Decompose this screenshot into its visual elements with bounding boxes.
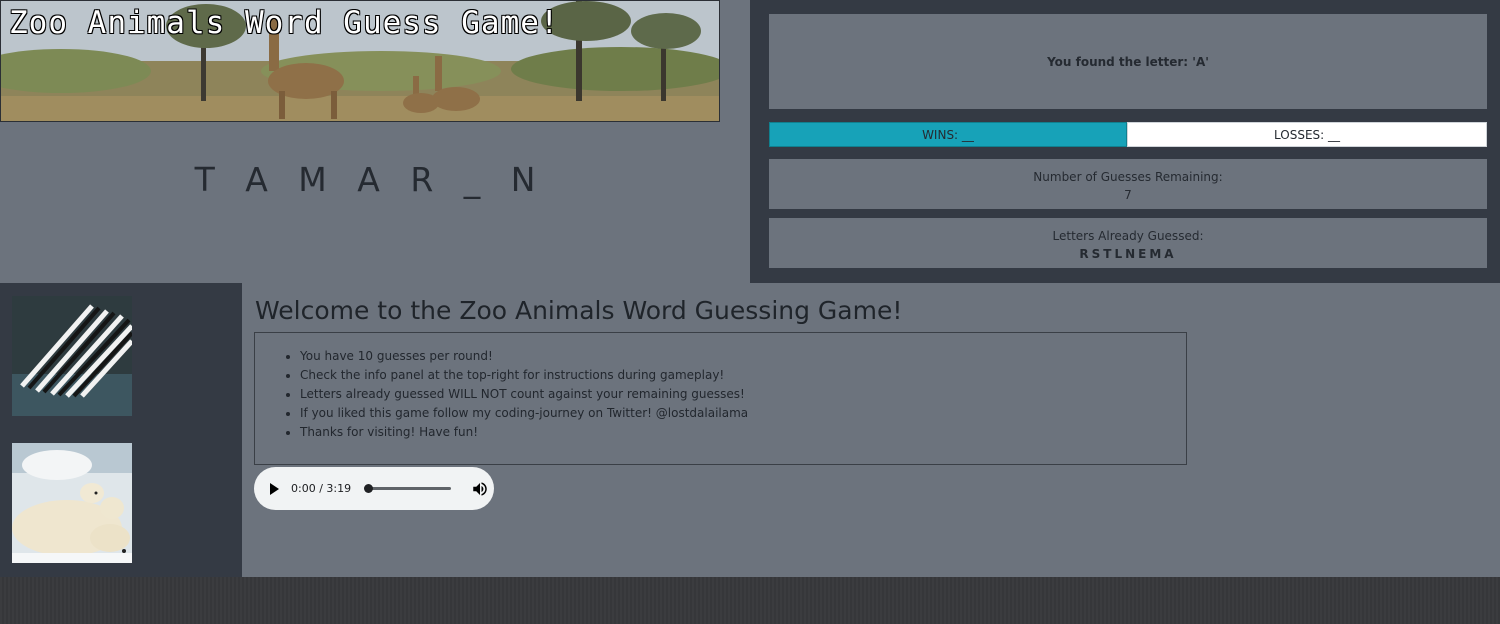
rules-list: You have 10 guesses per round! Check the… [255,333,1186,442]
polar-bear-photo [12,443,132,563]
message-panel: You found the letter: 'A' [769,14,1487,109]
rule-item: Thanks for visiting! Have fun! [300,423,1186,442]
audio-seek-slider[interactable] [364,484,452,493]
rule-item: You have 10 guesses per round! [300,347,1186,366]
game-header: Zoo Animals Word Guess Game! T A M A R _… [0,0,750,283]
rule-item: Check the info panel at the top-right fo… [300,366,1186,385]
current-word-display: T A M A R _ N [194,160,546,199]
audio-time: 0:00 / 3:19 [291,482,352,495]
guesses-remaining-value: 7 [1124,188,1132,202]
letters-guessed-label: Letters Already Guessed: [1052,229,1204,243]
main-content: Welcome to the Zoo Animals Word Guessing… [242,283,1500,577]
letters-guessed-value: RSTLNEMA [1079,247,1177,261]
audio-player: 0:00 / 3:19 [254,467,494,510]
play-icon[interactable] [270,482,279,495]
animal-sidebar [0,283,242,577]
game-message: You found the letter: 'A' [1047,54,1209,69]
volume-icon[interactable] [471,480,489,498]
losses-counter: LOSSES: __ [1127,122,1487,147]
wins-counter: WINS: __ [769,122,1127,147]
welcome-heading: Welcome to the Zoo Animals Word Guessing… [255,296,903,325]
rules-box: You have 10 guesses per round! Check the… [254,332,1187,465]
page-footer-texture [0,577,1500,624]
score-bar: WINS: __ LOSSES: __ [769,122,1487,147]
letters-guessed-panel: Letters Already Guessed: RSTLNEMA [769,218,1487,268]
info-panel: You found the letter: 'A' WINS: __ LOSSE… [750,0,1500,283]
zebra-photo [12,296,132,416]
guesses-remaining-panel: Number of Guesses Remaining: 7 [769,159,1487,209]
guesses-remaining-label: Number of Guesses Remaining: [1033,170,1223,184]
rule-item: If you liked this game follow my coding-… [300,404,1186,423]
seek-handle[interactable] [364,484,374,493]
banner-image: Zoo Animals Word Guess Game! [0,0,720,122]
banner-title: Zoo Animals Word Guess Game! [9,5,560,41]
rule-item: Letters already guessed WILL NOT count a… [300,385,1186,404]
